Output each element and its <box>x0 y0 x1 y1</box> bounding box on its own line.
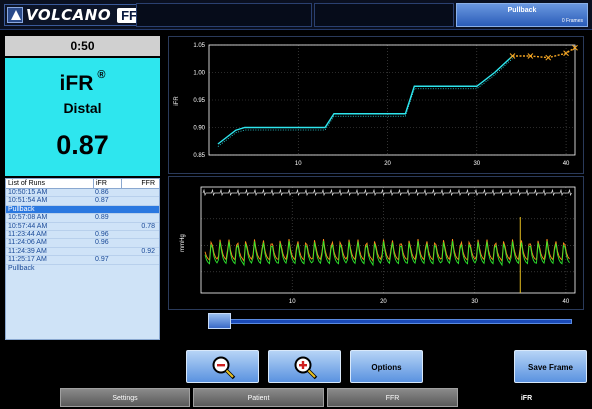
ifr-series-shadow <box>217 58 513 147</box>
ifr-series-marker <box>527 53 534 59</box>
pressure-traces <box>204 217 570 293</box>
frame-slider-thumb[interactable] <box>208 313 231 329</box>
run-row-selected[interactable]: Pullback <box>6 205 159 215</box>
zoom-out-button[interactable] <box>186 350 259 383</box>
ifr-xtick-label: 30 <box>473 161 480 167</box>
volcano-mark-icon <box>7 7 23 23</box>
ifr-xtick-label: 20 <box>384 161 391 167</box>
tab-ffr[interactable]: FFR <box>327 388 458 407</box>
registered-mark: ® <box>97 69 106 81</box>
runs-header: List of Runs iFR FFR <box>6 179 159 189</box>
ifr-series <box>217 44 578 147</box>
ifr-yticks: 0.85 0.90 0.95 1.00 1.05 <box>193 43 205 159</box>
runs-header-ifr: iFR <box>93 179 121 188</box>
pullback-title: Pullback <box>507 7 537 14</box>
zoom-in-button[interactable] <box>268 350 341 383</box>
zoom-out-icon <box>212 356 236 380</box>
pullback-frames: 0 Frames <box>561 18 583 24</box>
tab-ifr[interactable]: iFR <box>461 388 592 407</box>
ifr-xticks: 10 20 30 40 <box>295 161 570 167</box>
header-bar: VOLCANO FFR Pullback 0 Frames <box>0 0 592 30</box>
wave-xtick-label: 20 <box>380 299 387 305</box>
header-panel-2 <box>314 3 454 27</box>
run-row[interactable]: 10:57:44 AM 0.78 <box>6 223 159 231</box>
ifr-location: Distal <box>63 100 102 116</box>
timer-display: 0:50 <box>5 36 160 56</box>
ifr-value: 0.87 <box>56 130 109 160</box>
zoom-in-icon <box>294 356 318 380</box>
runs-list: List of Runs iFR FFR 10:50:15 AM 0.86 10:… <box>5 178 160 340</box>
run-row[interactable]: 11:23:44 AM 0.96 <box>6 231 159 240</box>
ifr-ytick-label: 0.85 <box>193 153 205 159</box>
pullback-indicator[interactable]: Pullback 0 Frames <box>456 3 588 27</box>
ifr-title: iFR ® <box>59 69 106 95</box>
volcano-logo: VOLCANO FFR <box>4 4 156 26</box>
tab-settings[interactable]: Settings <box>60 388 190 407</box>
wave-grid <box>201 187 575 293</box>
ifr-ytick-label: 1.05 <box>193 43 205 49</box>
run-row[interactable]: 11:24:39 AM 0.92 <box>6 248 159 257</box>
runs-header-name: List of Runs <box>8 180 45 187</box>
runs-header-ffr: FFR <box>121 179 159 188</box>
frame-slider-track[interactable] <box>208 319 572 324</box>
ifr-xtick-label: 40 <box>563 161 570 167</box>
wave-ylabel: mmHg <box>180 234 186 252</box>
ifr-ytick-label: 1.00 <box>193 71 205 77</box>
wave-axes <box>200 186 576 294</box>
run-row[interactable]: 11:25:17 AM 0.97 <box>6 256 159 265</box>
pressure-trace-line <box>204 238 570 263</box>
wave-plot-border <box>200 186 576 294</box>
ecg-line <box>202 188 572 197</box>
tab-bar: Settings Patient FFR iFR <box>0 386 592 409</box>
ifr-pullback-chart: iFR 0.85 0.90 0.95 1.00 1.05 10 20 30 40 <box>168 36 584 174</box>
ifr-chart-svg: iFR 0.85 0.90 0.95 1.00 1.05 10 20 30 40 <box>174 43 578 167</box>
run-row[interactable]: Pullback <box>6 265 159 273</box>
run-row[interactable]: 10:57:08 AM 0.89 <box>6 214 159 223</box>
wave-xtick-label: 40 <box>563 299 570 305</box>
ifr-xtick-label: 10 <box>295 161 302 167</box>
header-panel-1 <box>136 3 312 27</box>
ifr-ytick-label: 0.95 <box>193 98 205 104</box>
ifr-result-panel: iFR ® Distal 0.87 <box>5 58 160 176</box>
ifr-grid <box>209 44 575 156</box>
wave-chart-svg: mmHg 10 20 30 40 <box>180 186 576 305</box>
ifr-series-marker <box>545 54 552 61</box>
logo-text: VOLCANO <box>26 6 112 24</box>
ecg-trace <box>202 188 572 197</box>
tab-patient[interactable]: Patient <box>193 388 324 407</box>
wave-xtick-label: 30 <box>471 299 478 305</box>
ifr-ytick-label: 0.90 <box>193 126 205 132</box>
wave-xtick-label: 10 <box>289 299 296 305</box>
run-row[interactable]: 10:51:54 AM 0.87 <box>6 197 159 206</box>
run-row[interactable]: 11:24:06 AM 0.96 <box>6 239 159 248</box>
options-button[interactable]: Options <box>350 350 423 383</box>
save-frame-button[interactable]: Save Frame <box>514 350 587 383</box>
run-row[interactable]: 10:50:15 AM 0.86 <box>6 189 159 198</box>
pressure-waveform-chart: mmHg 10 20 30 40 <box>168 176 584 310</box>
ifr-ylabel: iFR <box>174 96 180 106</box>
wave-xticks: 10 20 30 40 <box>289 299 570 305</box>
